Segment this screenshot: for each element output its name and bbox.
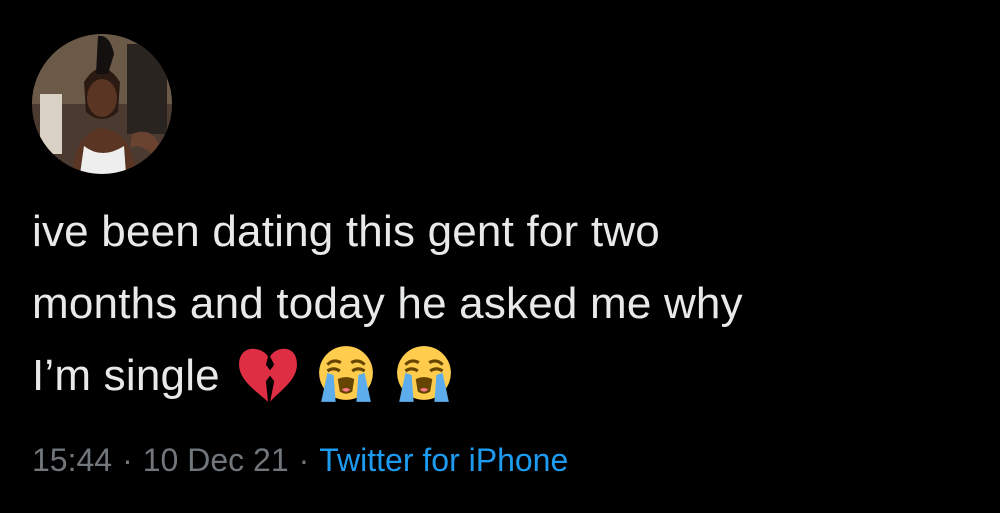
tweet-text-line-3-text: I’m single (32, 351, 220, 400)
tweet-text-line-1: ive been dating this gent for two (32, 207, 660, 256)
avatar-photo (32, 34, 172, 174)
meta-separator: · (298, 442, 310, 478)
loudly-crying-face-icon (390, 344, 458, 404)
broken-heart-icon (234, 344, 302, 404)
meta-separator: · (122, 442, 133, 478)
tweet-date[interactable]: 10 Dec 21 (143, 442, 289, 478)
tweet-text: ive been dating this gent for two months… (32, 196, 982, 412)
loudly-crying-face-icon (312, 344, 380, 404)
tweet-time[interactable]: 15:44 (32, 442, 112, 478)
emoji-row (234, 344, 458, 404)
avatar[interactable] (32, 34, 172, 174)
tweet-text-line-3: I’m single (32, 340, 982, 412)
tweet-card: ive been dating this gent for two months… (0, 0, 1000, 513)
tweet-meta: 15:44 · 10 Dec 21 · Twitter for iPhone (32, 438, 568, 482)
tweet-source-link[interactable]: Twitter for iPhone (319, 442, 568, 478)
tweet-text-line-2: months and today he asked me why (32, 279, 743, 328)
